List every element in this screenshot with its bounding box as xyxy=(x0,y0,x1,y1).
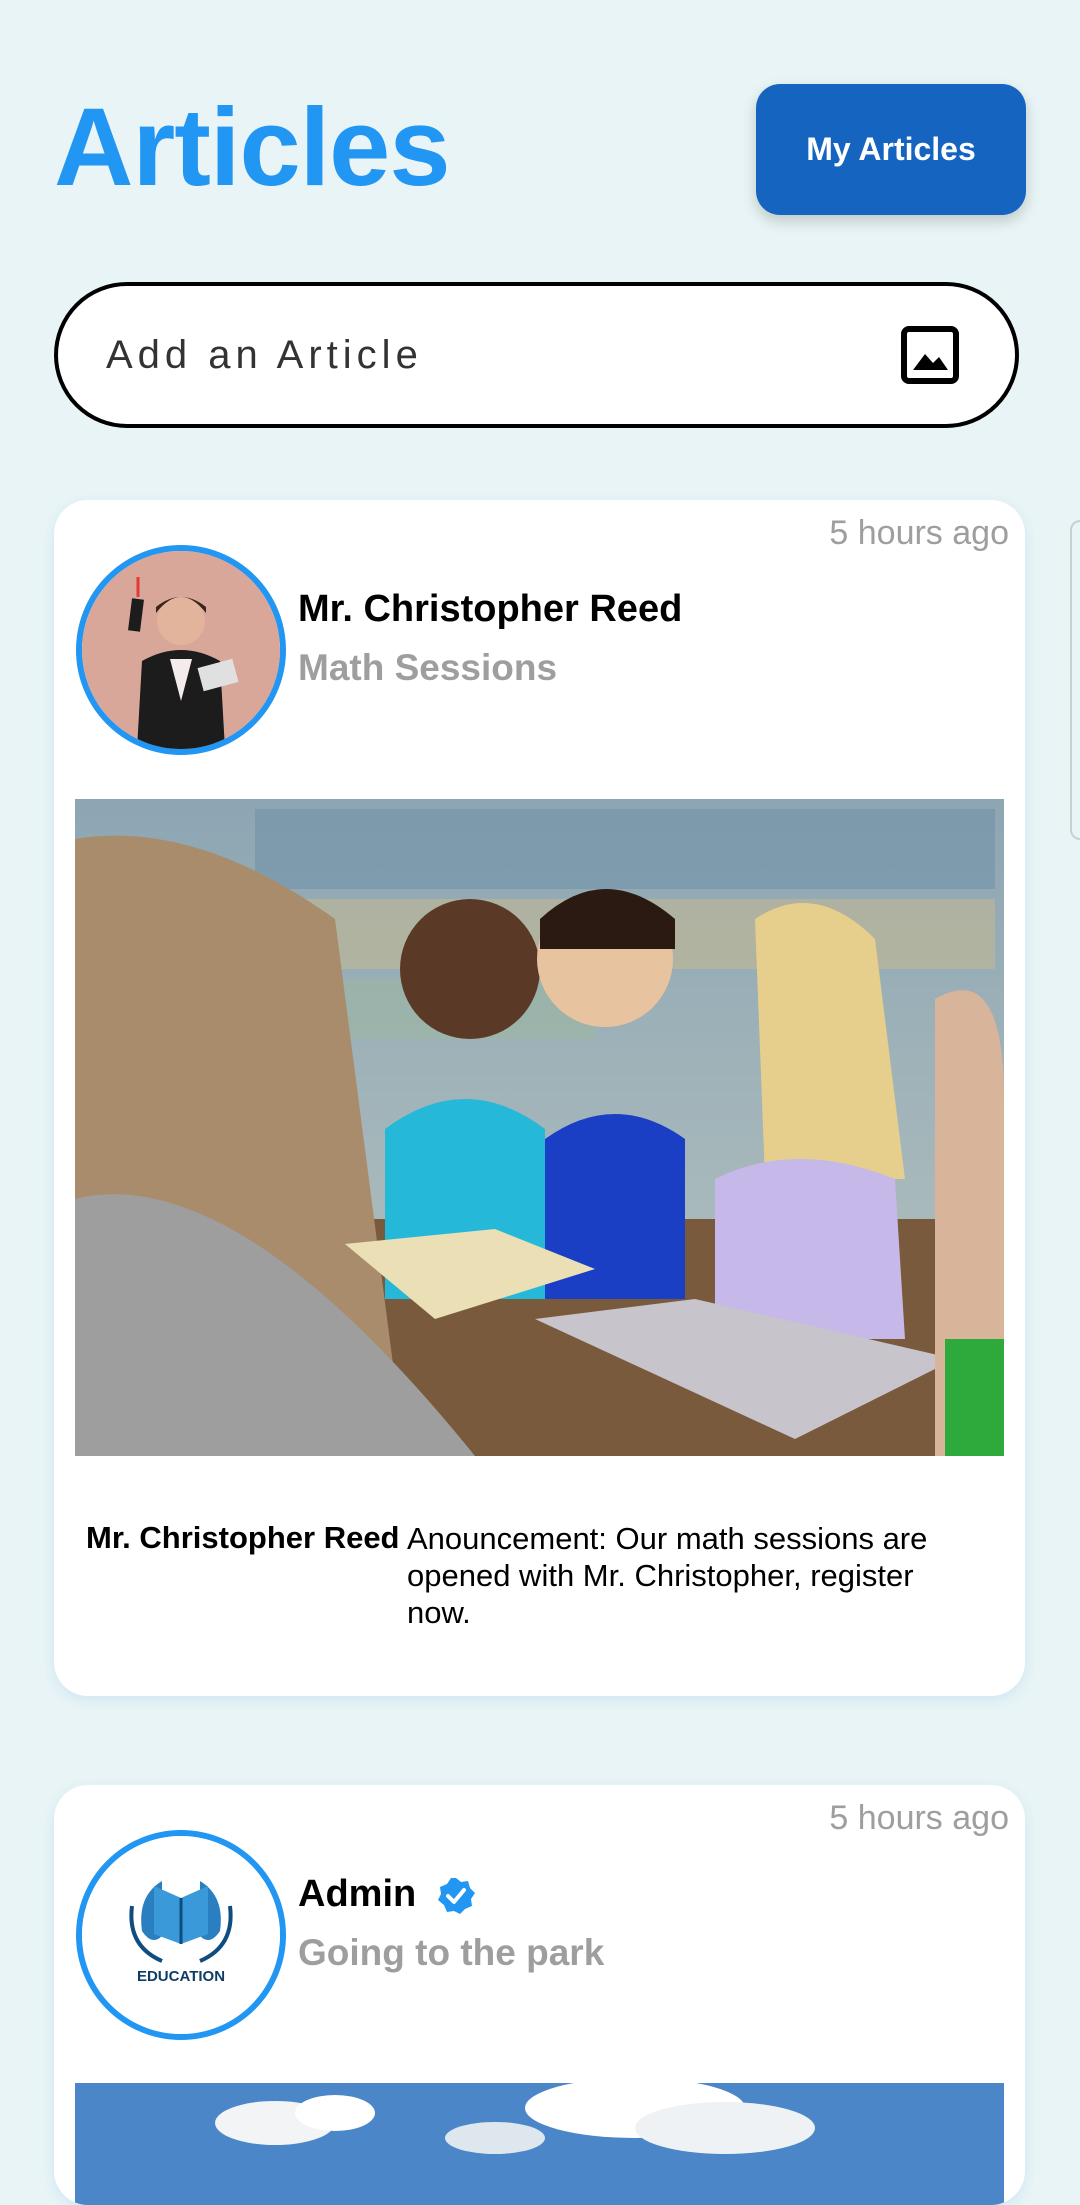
avatar[interactable]: EDUCATION xyxy=(76,1830,286,2040)
caption-author: Mr. Christopher Reed xyxy=(86,1520,400,1555)
post-subtitle: Going to the park xyxy=(298,1932,605,1973)
my-articles-button[interactable]: My Articles xyxy=(756,84,1026,215)
sky-photo xyxy=(75,2083,1004,2205)
post-photo[interactable] xyxy=(75,2083,1004,2205)
avatar-logo-text: EDUCATION xyxy=(137,1968,225,1985)
post-time: 5 hours ago xyxy=(829,1799,1009,1837)
add-article-placeholder: Add an Article xyxy=(106,332,423,377)
page-title: Articles xyxy=(54,86,451,209)
avatar[interactable] xyxy=(76,545,286,755)
post-author-name: Admin xyxy=(298,1873,417,1915)
post-author: Mr. Christopher Reed xyxy=(298,588,683,630)
image-icon[interactable] xyxy=(901,326,959,384)
article-card[interactable]: 5 hours ago EDUCATION Admin Going to the… xyxy=(54,1785,1025,2205)
children-reading-photo xyxy=(75,799,1004,1456)
post-photo[interactable] xyxy=(75,799,1004,1456)
caption-text: Anouncement: Our math sessions are opene… xyxy=(407,1521,928,1630)
education-logo-icon: EDUCATION xyxy=(82,1836,280,2034)
article-card[interactable]: 5 hours ago Mr. Christopher Reed Math Se… xyxy=(54,500,1025,1696)
post-time: 5 hours ago xyxy=(829,514,1009,552)
teacher-avatar-image xyxy=(82,551,280,749)
scroll-edge xyxy=(1070,520,1080,840)
post-subtitle: Math Sessions xyxy=(298,647,558,688)
verified-badge-icon xyxy=(437,1877,475,1914)
add-article-input[interactable]: Add an Article xyxy=(54,282,1019,428)
post-author: Admin xyxy=(298,1873,475,1916)
